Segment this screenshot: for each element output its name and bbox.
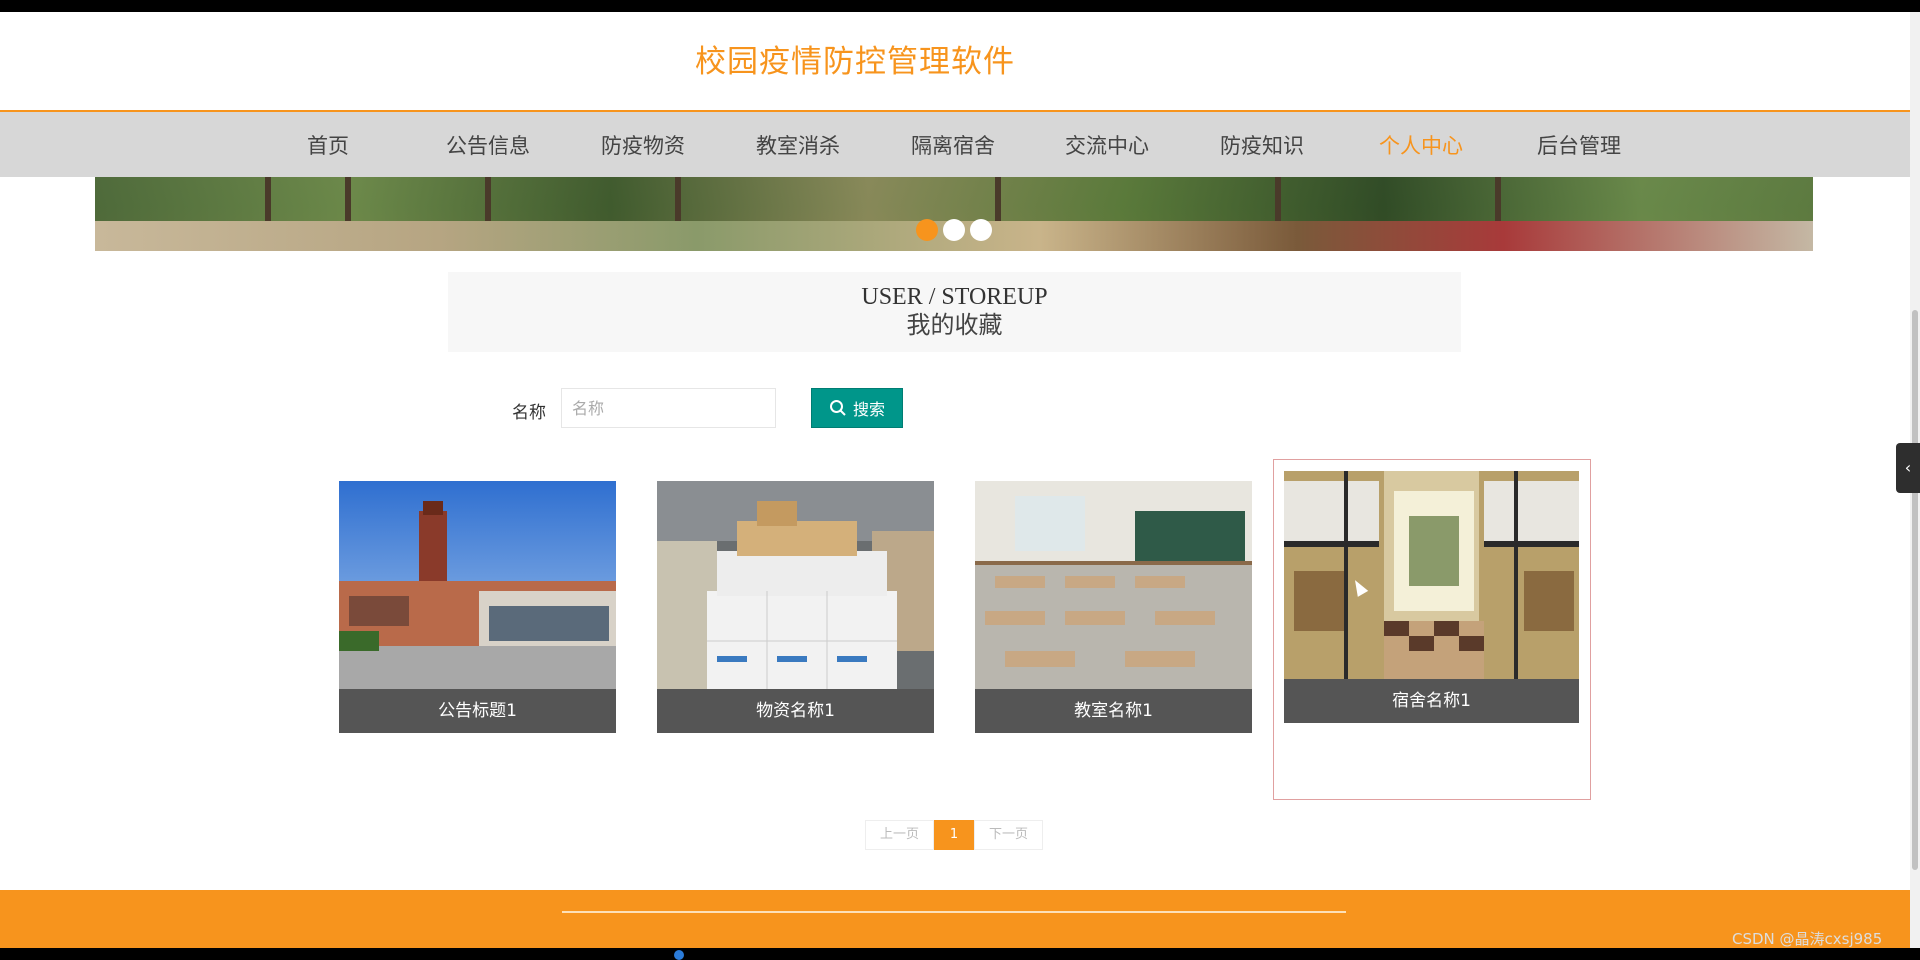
section-title-box: USER / STOREUP 我的收藏 bbox=[448, 272, 1461, 352]
section-title-en: USER / STOREUP bbox=[861, 284, 1048, 310]
nav-item-announcements[interactable]: 公告信息 bbox=[446, 130, 530, 160]
nav-item-personal-center[interactable]: 个人中心 bbox=[1379, 130, 1463, 160]
search-icon bbox=[829, 400, 846, 416]
search-label: 名称 bbox=[512, 403, 546, 423]
taskbar-dot bbox=[674, 950, 684, 960]
carousel-dot-3[interactable] bbox=[970, 219, 992, 241]
main-nav: 首页 公告信息 防疫物资 教室消杀 隔离宿舍 交流中心 防疫知识 个人中心 后台… bbox=[0, 110, 1910, 177]
footer bbox=[0, 890, 1910, 948]
search-button[interactable]: 搜索 bbox=[811, 388, 903, 428]
banner-carousel bbox=[95, 177, 1813, 251]
side-panel-toggle-chevron-left-icon[interactable]: ‹ bbox=[1896, 443, 1920, 493]
nav-item-forum[interactable]: 交流中心 bbox=[1065, 130, 1149, 160]
next-page-button[interactable]: 下一页 bbox=[974, 820, 1044, 850]
card-caption: 教室名称1 bbox=[975, 689, 1252, 733]
nav-item-supplies[interactable]: 防疫物资 bbox=[601, 130, 685, 160]
carousel-dot-1[interactable] bbox=[916, 219, 938, 241]
top-black-bar bbox=[0, 0, 1920, 12]
banner-image bbox=[95, 177, 1813, 223]
card-caption: 宿舍名称1 bbox=[1284, 679, 1579, 723]
page-scrollbar-thumb[interactable] bbox=[1912, 310, 1918, 870]
search-button-label: 搜索 bbox=[852, 400, 885, 419]
watermark-text: CSDN @晶涛cxsj985 bbox=[1732, 930, 1883, 948]
page: 校园疫情防控管理软件 首页 公告信息 防疫物资 教室消杀 隔离宿舍 交流中心 防… bbox=[0, 12, 1910, 948]
nav-item-knowledge[interactable]: 防疫知识 bbox=[1220, 130, 1304, 160]
card-caption: 物资名称1 bbox=[657, 689, 934, 733]
prev-page-button[interactable]: 上一页 bbox=[865, 820, 935, 850]
card-image-supply-boxes bbox=[657, 481, 934, 689]
card-caption: 公告标题1 bbox=[339, 689, 616, 733]
page-number-current[interactable]: 1 bbox=[934, 820, 975, 850]
nav-item-classroom-disinfection[interactable]: 教室消杀 bbox=[756, 130, 840, 160]
nav-item-quarantine-dorms[interactable]: 隔离宿舍 bbox=[911, 130, 995, 160]
pagination: 上一页 1 下一页 bbox=[865, 820, 1044, 850]
section-title-cn: 我的收藏 bbox=[906, 313, 1003, 339]
search-input[interactable] bbox=[561, 388, 776, 428]
footer-divider bbox=[562, 911, 1346, 913]
carousel-dot-2[interactable] bbox=[943, 219, 965, 241]
header: 校园疫情防控管理软件 bbox=[0, 12, 1910, 110]
nav-item-admin[interactable]: 后台管理 bbox=[1537, 130, 1621, 160]
card-image-classroom bbox=[975, 481, 1252, 689]
card-image-dormitory bbox=[1284, 471, 1579, 679]
card-image-school-building bbox=[339, 481, 616, 689]
nav-item-home[interactable]: 首页 bbox=[307, 130, 349, 160]
bottom-black-bar bbox=[0, 948, 1920, 960]
site-title: 校园疫情防控管理软件 bbox=[695, 44, 1015, 79]
